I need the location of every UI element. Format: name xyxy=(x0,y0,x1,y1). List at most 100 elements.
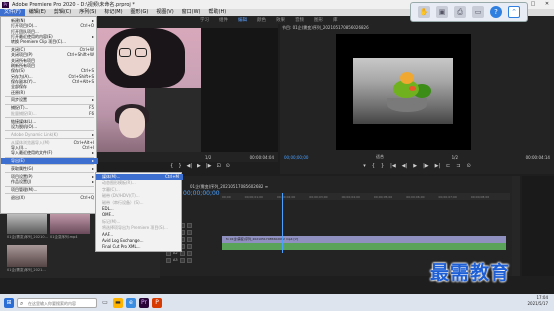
browser-icon[interactable]: e xyxy=(126,297,136,308)
camera-icon[interactable]: ⊙ xyxy=(467,163,471,169)
export-menu-item[interactable]: AAF... xyxy=(96,232,183,238)
export-frame-icon[interactable]: ⊙ xyxy=(226,163,230,169)
workspace-editing[interactable]: 编辑 xyxy=(238,17,247,23)
timeline-playhead[interactable] xyxy=(282,193,283,253)
menu-window[interactable]: 窗口(W) xyxy=(178,9,205,16)
menu-item-label: 打开团队项目... xyxy=(11,28,39,34)
insert-icon[interactable]: ⊡ xyxy=(216,163,220,169)
mark-out-icon[interactable]: } xyxy=(381,163,384,169)
menu-item-label: 还原(R) xyxy=(11,89,25,95)
timeline-timecode[interactable]: 00;00;00;00 xyxy=(183,190,220,197)
program-timecode[interactable]: 00;00;00;00 xyxy=(284,155,308,160)
task-view-icon[interactable]: ▭ xyxy=(100,298,110,308)
source-duration: 00:00:04:04 xyxy=(249,154,274,160)
file-explorer-icon[interactable]: ▬ xyxy=(113,297,123,308)
workspace-effects[interactable]: 效果 xyxy=(276,17,285,23)
export-menu-item[interactable]: EDL... xyxy=(96,206,183,212)
export-menu-item[interactable]: 动态图形模板(R)... xyxy=(96,180,183,186)
premiere-taskbar-icon[interactable]: Pr xyxy=(139,297,149,308)
file-menu-item[interactable]: 退出(X) Ctrl+Q xyxy=(1,195,98,201)
menu-edit[interactable]: 编辑(E) xyxy=(25,9,50,16)
maximize-button[interactable]: □ xyxy=(526,0,540,9)
export-menu-item[interactable]: OMF... xyxy=(96,212,183,218)
menu-item-label: 动态图形模板(R)... xyxy=(102,180,136,186)
menu-item-label: EDL... xyxy=(102,206,114,211)
go-to-out-icon[interactable]: ▶| xyxy=(435,163,441,169)
workspace-graphics[interactable]: 图形 xyxy=(314,17,323,23)
ruler-tick: 00;00;02;00 xyxy=(276,194,296,199)
menu-item-label: Final Cut Pro XML... xyxy=(102,244,141,250)
menu-item-label: 字幕(C)... xyxy=(102,186,120,192)
menu-item-label: 转换 Premiere Clip 项目(C)... xyxy=(11,39,66,45)
workspace-assembly[interactable]: 组件 xyxy=(219,17,228,23)
go-to-in-icon[interactable]: |◀ xyxy=(390,163,396,169)
export-menu-item[interactable]: 字幕(C)... xyxy=(96,187,183,193)
extract-icon[interactable]: ⊐ xyxy=(456,163,460,169)
mark-out-icon[interactable]: } xyxy=(178,163,181,169)
track-header-a3[interactable]: A3 xyxy=(162,257,220,263)
menu-item-label: 捕捉(T)... xyxy=(11,105,29,111)
export-submenu: 媒体(M)... Ctrl+M 动态图形模板(R)... 字幕(C)... 磁带 (DV… xyxy=(95,172,183,252)
export-menu-item[interactable]: Final Cut Pro XML... xyxy=(96,244,183,250)
collapse-icon[interactable]: ⌃ xyxy=(508,6,520,18)
lift-icon[interactable]: ⊏ xyxy=(446,163,450,169)
timeline-audio-clip[interactable] xyxy=(222,243,506,250)
program-transport-controls: ▾ { } |◀ ◀| ▶ |▶ ▶| ⊏ ⊐ ⊙ xyxy=(282,162,552,170)
monitor-icon[interactable]: ▭ xyxy=(472,6,484,18)
lock-icon[interactable]: ▣ xyxy=(436,6,448,18)
app-icon[interactable]: P xyxy=(152,297,162,308)
export-menu-item[interactable]: 媒体(M)... Ctrl+M xyxy=(96,174,183,180)
menu-item-label: 关闭项目(P) xyxy=(11,52,33,58)
workspace-learn[interactable]: 学习 xyxy=(200,17,209,23)
menu-item-label: 磁带 (DV/HDV)(T)... xyxy=(102,193,140,199)
clock-date: 2021/5/17 xyxy=(527,301,548,306)
file-menu: 新建(N) ▸ 打开项目(O)... Ctrl+O 打开团队项目... 打开最近使用的内容… xyxy=(0,16,98,214)
timeline-ruler[interactable]: 00;00 00;00;01;00 00;00;02;00 00;00;03;0… xyxy=(220,193,510,200)
marker-icon[interactable]: ▾ xyxy=(363,163,366,169)
source-zoom[interactable]: 1/2 xyxy=(205,155,211,160)
menu-item-label: 链接媒体(L)... xyxy=(11,118,37,124)
program-monitor-title: 节目: 01企(需变)序列_202105170856026826 xyxy=(282,25,369,30)
step-forward-icon[interactable]: |▶ xyxy=(423,163,429,169)
printer-icon[interactable]: ⎙ xyxy=(454,6,466,18)
project-thumbnail[interactable] xyxy=(7,212,47,234)
mark-in-icon[interactable]: { xyxy=(170,163,173,169)
export-menu-item[interactable]: 将选择项导出为 Premiere 项目(S)... xyxy=(96,225,183,231)
project-thumbnail[interactable] xyxy=(50,212,90,234)
menu-marker[interactable]: 标记(M) xyxy=(100,9,126,16)
menu-item-label: 项目管理(M)... xyxy=(11,187,38,193)
export-menu-item[interactable]: 标记(M)... xyxy=(96,219,183,225)
hand-icon[interactable]: ✋ xyxy=(418,6,430,18)
export-menu-item[interactable]: Avid Log Exchange... xyxy=(96,238,183,244)
workspace-color[interactable]: 颜色 xyxy=(257,17,266,23)
menu-graphics[interactable]: 图形(G) xyxy=(127,9,153,16)
play-icon[interactable]: ▶ xyxy=(413,163,417,169)
project-thumbnail[interactable] xyxy=(7,245,47,267)
program-video-frame xyxy=(353,58,453,124)
menu-view[interactable]: 视图(V) xyxy=(152,9,177,16)
workspace-audio[interactable]: 音频 xyxy=(295,17,304,23)
menu-item-label: 获取属性(G) xyxy=(11,166,34,171)
workspace-libraries[interactable]: 库 xyxy=(333,17,338,23)
export-menu-item[interactable]: 磁带 (DV/HDV)(T)... xyxy=(96,193,183,199)
export-menu-item[interactable]: 磁带（串行设备）(S)... xyxy=(96,200,183,206)
step-back-icon[interactable]: ◀| xyxy=(187,163,193,169)
mark-in-icon[interactable]: { xyxy=(372,163,375,169)
taskbar-search[interactable]: 在这里输入你要搜索的内容 xyxy=(17,297,97,309)
step-back-icon[interactable]: ◀| xyxy=(402,163,408,169)
start-icon[interactable]: ⊞ xyxy=(4,297,14,308)
timeline-video-clip[interactable]: fx 01企(需变)序列_20210517085602682 mp4 [V] xyxy=(222,236,506,243)
menu-file[interactable]: 文件(F) xyxy=(0,9,25,16)
program-scale[interactable]: 1/2 xyxy=(452,155,458,160)
premiere-window: Pr Adobe Premiere Pro 2020 - D:\视频\未命名.p… xyxy=(0,0,554,311)
close-button[interactable]: ✕ xyxy=(540,0,554,9)
step-forward-icon[interactable]: |▶ xyxy=(206,163,212,169)
menu-item-label: 退出(X) xyxy=(11,195,25,200)
help-icon[interactable]: ? xyxy=(490,6,502,18)
source-monitor-bar: 1/2 00:00:04:04 xyxy=(201,152,278,162)
program-fit[interactable]: 适合 xyxy=(376,154,384,160)
menu-clip[interactable]: 剪辑(C) xyxy=(50,9,75,16)
play-icon[interactable]: ▶ xyxy=(197,163,201,169)
menu-help[interactable]: 帮助(H) xyxy=(205,9,231,16)
menu-sequence[interactable]: 序列(S) xyxy=(75,9,100,16)
